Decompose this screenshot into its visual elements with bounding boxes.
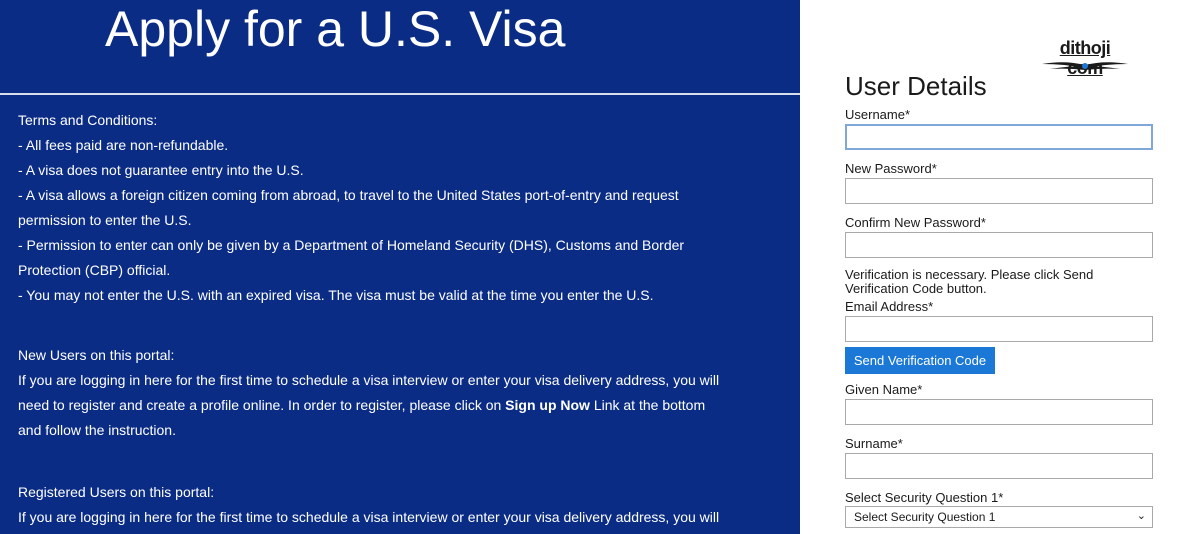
username-label: Username*	[845, 107, 911, 122]
terms-heading: Terms and Conditions:	[18, 112, 158, 128]
send-verification-code-button[interactable]: Send Verification Code	[845, 347, 995, 374]
confirm-password-label: Confirm New Password*	[845, 215, 986, 230]
chevron-down-icon: ⌄	[1136, 510, 1146, 522]
security-question-value: Select Security Question 1	[854, 510, 996, 524]
terms-line: Protection (CBP) official.	[18, 262, 171, 278]
username-input[interactable]	[845, 124, 1153, 150]
security-question-label: Select Security Question 1*	[845, 490, 1004, 505]
terms-line: - All fees paid are non-refundable.	[18, 137, 229, 153]
given-name-label: Given Name*	[845, 382, 923, 397]
registered-users-section: Registered Users on this portal: If you …	[18, 480, 738, 530]
given-name-input[interactable]	[845, 399, 1153, 425]
security-question-select[interactable]: Select Security Question 1 ⌄	[845, 506, 1153, 528]
terms-line: - A visa allows a foreign citizen coming…	[18, 187, 679, 203]
surname-label: Surname*	[845, 436, 903, 451]
terms-section: Terms and Conditions: - All fees paid ar…	[18, 108, 738, 308]
form-title: User Details	[845, 71, 987, 101]
confirm-password-input[interactable]	[845, 232, 1153, 258]
new-password-label: New Password*	[845, 161, 937, 176]
new-users-heading: New Users on this portal:	[18, 347, 175, 363]
new-users-text: If you are logging in here for the first…	[18, 372, 720, 388]
terms-line: permission to enter the U.S.	[18, 212, 192, 228]
new-users-text: and follow the instruction.	[18, 422, 176, 438]
registered-users-text: If you are logging in here for the first…	[18, 509, 720, 525]
new-password-input[interactable]	[845, 178, 1153, 204]
verification-note: Verification is necessary. Please click …	[845, 267, 1094, 296]
new-users-section: New Users on this portal: If you are log…	[18, 343, 738, 443]
info-panel: Apply for a U.S. Visa Terms and Conditio…	[0, 0, 800, 534]
new-users-text: need to register and create a profile on…	[18, 393, 738, 418]
terms-line: - You may not enter the U.S. with an exp…	[18, 287, 654, 303]
site-logo: dithoji com	[1040, 38, 1130, 78]
wings-emblem-icon	[1042, 62, 1128, 70]
registered-users-heading: Registered Users on this portal:	[18, 484, 215, 500]
title-divider	[0, 93, 800, 95]
page-title: Apply for a U.S. Visa	[105, 1, 566, 57]
email-label: Email Address*	[845, 299, 934, 314]
new-users-text-post: Link at the bottom	[589, 397, 706, 413]
sign-up-now-text: Sign up Now	[505, 397, 590, 413]
terms-line: - Permission to enter can only be given …	[18, 237, 685, 253]
surname-input[interactable]	[845, 453, 1153, 479]
new-users-text-pre: need to register and create a profile on…	[18, 397, 506, 413]
terms-line: - A visa does not guarantee entry into t…	[18, 162, 304, 178]
email-input[interactable]	[845, 316, 1153, 342]
